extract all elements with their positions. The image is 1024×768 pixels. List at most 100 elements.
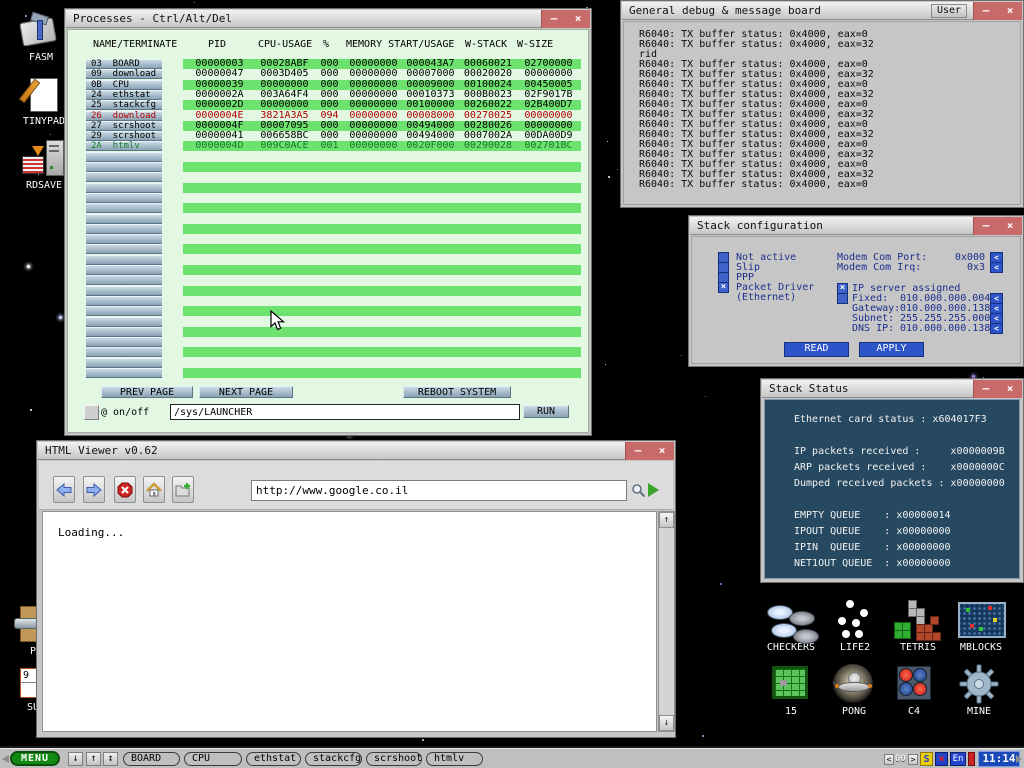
terminate-button-empty[interactable]: [86, 234, 162, 244]
minimize-icon[interactable]: –: [983, 217, 990, 235]
desktop-icon-pong[interactable]: PONG: [825, 664, 883, 718]
terminate-button-empty[interactable]: [86, 214, 162, 224]
speaker-badge[interactable]: S: [920, 752, 933, 766]
desktop-icon-mblocks[interactable]: MBLOCKS: [952, 600, 1010, 654]
window-up-button[interactable]: ↑: [86, 752, 101, 766]
terminate-button-scrshoot[interactable]: 29 scrshoot: [86, 131, 162, 141]
close-icon[interactable]: ×: [1007, 2, 1014, 20]
browser-content[interactable]: Loading...: [42, 511, 657, 732]
terminate-button-empty[interactable]: [86, 244, 162, 254]
home-button[interactable]: [143, 476, 165, 503]
terminate-button-empty[interactable]: [86, 224, 162, 234]
read-button[interactable]: READ: [784, 342, 849, 357]
desktop-icon-15[interactable]: 15: [762, 664, 820, 718]
close-icon[interactable]: ×: [659, 442, 666, 460]
terminate-button-cpu[interactable]: 0B CPU: [86, 80, 162, 90]
next-page-button[interactable]: NEXT PAGE: [199, 386, 293, 398]
taskbar-window-button-scrshoot[interactable]: scrshoot: [366, 752, 422, 766]
desktop-icon-mine[interactable]: MINE: [950, 664, 1008, 718]
minimize-icon[interactable]: –: [551, 10, 558, 28]
terminate-button-empty[interactable]: [86, 337, 162, 347]
clock[interactable]: 11:14: [978, 751, 1020, 767]
close-icon[interactable]: ×: [1007, 217, 1014, 235]
terminate-button-empty[interactable]: [86, 193, 162, 203]
mouse-cursor: [270, 310, 286, 332]
scroll-down-button[interactable]: ↓: [659, 715, 674, 731]
close-icon[interactable]: ×: [575, 10, 582, 28]
taskbar-window-button-stackcfg[interactable]: stackcfg: [305, 752, 362, 766]
ip-field-edit-button[interactable]: <: [990, 323, 1003, 334]
terminate-button-empty[interactable]: [86, 152, 162, 162]
user-button[interactable]: User: [931, 4, 967, 18]
terminate-button-htmlv[interactable]: 2A htmlv: [86, 141, 162, 151]
close-icon[interactable]: ×: [1007, 380, 1014, 398]
menu-button[interactable]: MENU: [10, 751, 60, 766]
run-button[interactable]: RUN: [523, 405, 569, 418]
terminate-button-empty[interactable]: [86, 183, 162, 193]
apply-button[interactable]: APPLY: [859, 342, 924, 357]
processes-titlebar[interactable]: Processes - Ctrl/Alt/Del: [66, 10, 590, 28]
taskbar-window-button-BOARD[interactable]: BOARD: [123, 752, 180, 766]
cpu-prev-button[interactable]: <: [884, 754, 894, 765]
home-icon: [146, 482, 162, 498]
terminate-button-empty[interactable]: [86, 368, 162, 378]
desktop-icon-fasm[interactable]: FASM: [13, 12, 69, 64]
terminate-button-board[interactable]: 03 BOARD: [86, 59, 162, 69]
terminate-button-ethstat[interactable]: 24 ethstat: [86, 90, 162, 100]
terminate-button-download[interactable]: 09 download: [86, 69, 162, 79]
window-updown-button[interactable]: ↕: [103, 752, 118, 766]
search-icon[interactable]: [631, 483, 646, 498]
reboot-system-button[interactable]: REBOOT SYSTEM: [403, 386, 511, 398]
checkbox-packet-driver[interactable]: ×: [718, 282, 729, 293]
desktop-icon-c4[interactable]: C4: [885, 664, 943, 718]
terminate-button-empty[interactable]: [86, 275, 162, 285]
modem-irq-stepper-button[interactable]: <: [990, 262, 1003, 273]
taskbar-window-button-CPU[interactable]: CPU: [184, 752, 242, 766]
scroll-up-button[interactable]: ↑: [659, 512, 674, 528]
terminate-button-scrshoot[interactable]: 27 scrshoot: [86, 121, 162, 131]
taskbar-collapse-left-icon[interactable]: [2, 755, 9, 763]
prev-page-button[interactable]: PREV PAGE: [101, 386, 193, 398]
new-page-button[interactable]: [172, 476, 194, 503]
terminate-button-empty[interactable]: [86, 255, 162, 265]
terminate-button-empty[interactable]: [86, 327, 162, 337]
minimize-icon[interactable]: –: [983, 380, 990, 398]
checkbox-fixed-ip[interactable]: [837, 293, 848, 304]
mute-icon[interactable]: ×: [935, 752, 948, 766]
stop-button[interactable]: [114, 476, 136, 503]
cell-wstack: 00270025: [460, 111, 516, 121]
forward-button[interactable]: [83, 476, 105, 503]
taskbar-window-button-htmlv[interactable]: htmlv: [426, 752, 483, 766]
desktop-icon-life2[interactable]: LIFE2: [826, 600, 884, 654]
minimize-icon[interactable]: –: [983, 2, 990, 20]
desktop-icon-tetris[interactable]: TETRIS: [889, 600, 947, 654]
taskbar-expand-right-icon[interactable]: [1016, 755, 1022, 763]
terminate-button-empty[interactable]: [86, 265, 162, 275]
terminate-button-empty[interactable]: [86, 347, 162, 357]
html-viewer-titlebar[interactable]: HTML Viewer v0.62: [38, 442, 674, 460]
terminate-button-empty[interactable]: [86, 317, 162, 327]
terminate-button-empty[interactable]: [86, 306, 162, 316]
minimize-icon[interactable]: –: [635, 442, 642, 460]
launcher-onoff-checkbox[interactable]: [84, 405, 99, 420]
terminate-button-empty[interactable]: [86, 286, 162, 296]
url-input[interactable]: [251, 480, 627, 501]
taskbar-window-button-ethstat[interactable]: ethstat: [246, 752, 301, 766]
terminate-button-download[interactable]: 26 download: [86, 111, 162, 121]
terminate-button-empty[interactable]: [86, 162, 162, 172]
keyboard-layout-badge[interactable]: En: [950, 752, 966, 766]
go-icon[interactable]: [648, 483, 659, 497]
launcher-path-input[interactable]: [170, 404, 520, 420]
window-down-button[interactable]: ↓: [68, 752, 83, 766]
terminate-button-empty[interactable]: [86, 296, 162, 306]
back-button[interactable]: [53, 476, 75, 503]
cpu-next-button[interactable]: >: [908, 754, 918, 765]
terminate-button-stackcfg[interactable]: 25 stackcfg: [86, 100, 162, 110]
star: [30, 409, 32, 411]
terminate-button-empty[interactable]: [86, 358, 162, 368]
terminate-button-empty[interactable]: [86, 203, 162, 213]
star: [59, 316, 62, 319]
vertical-scrollbar[interactable]: ↑ ↓: [658, 511, 675, 732]
terminate-button-empty[interactable]: [86, 172, 162, 182]
desktop-icon-checkers[interactable]: CHECKERS: [762, 600, 820, 654]
